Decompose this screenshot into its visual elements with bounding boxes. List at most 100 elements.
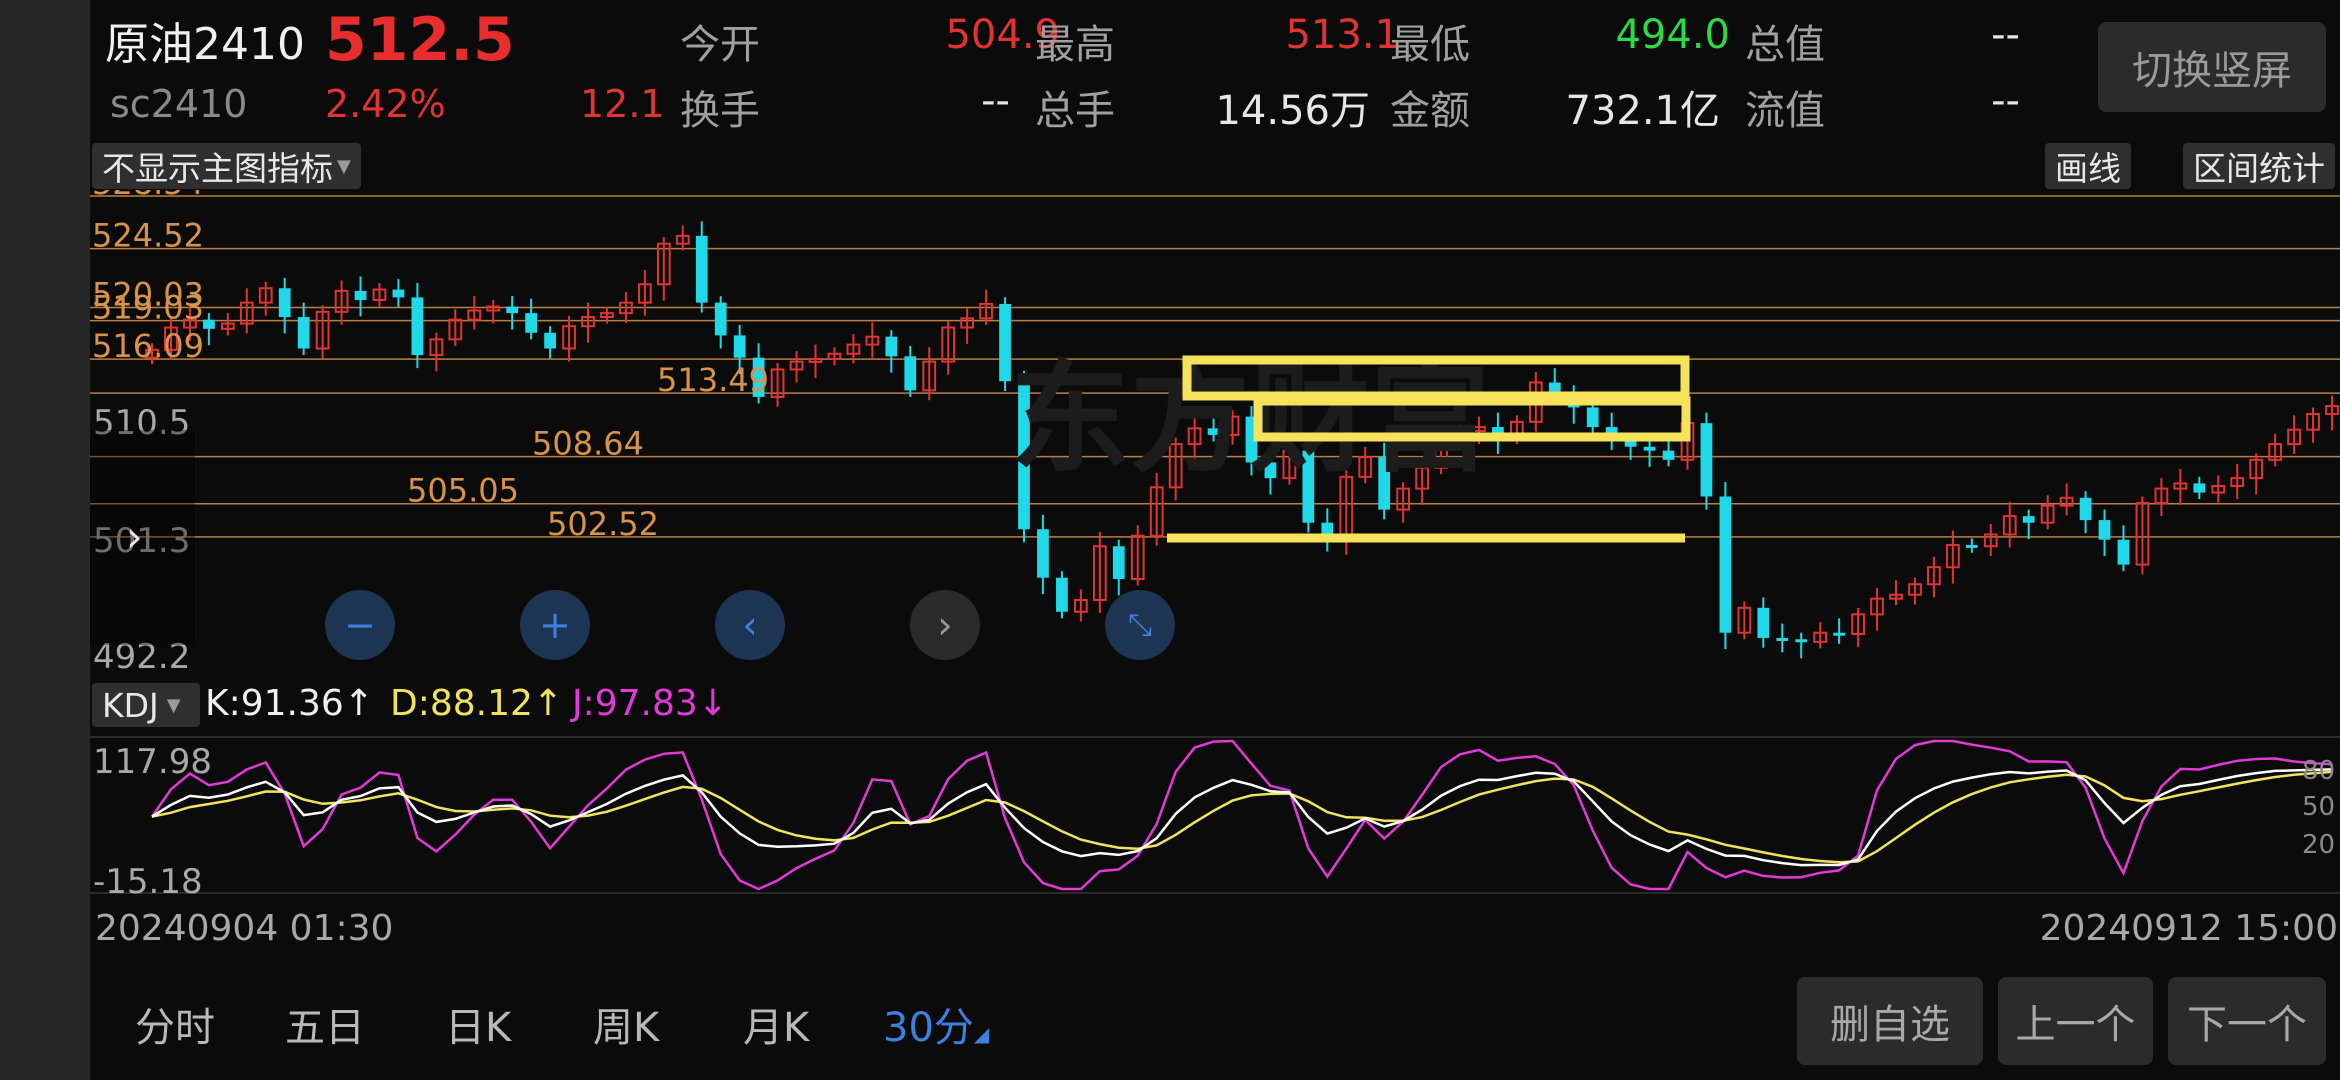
candle-body-down — [1037, 529, 1049, 578]
indicator-select-label: 不显示主图指标 — [102, 149, 333, 188]
tab-weekly[interactable]: 周K — [593, 995, 659, 1053]
pan-left-button[interactable]: ‹ — [715, 590, 785, 660]
candle-body-down — [1548, 382, 1561, 392]
candle-body-down — [506, 306, 519, 314]
candle-body-down — [714, 302, 727, 336]
tab-five-day[interactable]: 五日 — [285, 995, 365, 1053]
candle-body-down — [1056, 577, 1068, 612]
date-axis: 20240904 01:30 20240912 15:00 — [90, 900, 2340, 960]
level-label: 528.54 — [92, 190, 204, 202]
chevron-left-icon: ‹ — [742, 603, 758, 647]
chevron-down-icon: ▼ — [337, 155, 351, 177]
chevron-right-icon: › — [126, 512, 143, 561]
amount-value: 732.1亿 — [1565, 88, 1720, 134]
kdj-axis-top: 117.98 — [93, 742, 212, 782]
tab-daily[interactable]: 日K — [445, 995, 511, 1053]
expand-panel-tab[interactable]: › — [90, 430, 195, 645]
fit-view-button[interactable]: ⤡ — [1105, 590, 1175, 660]
turnover-label: 换手 — [680, 88, 760, 134]
chevron-right-icon: › — [937, 603, 953, 647]
candle-body-down — [354, 290, 367, 301]
candlestick-chart[interactable]: 东方财富 528.54524.52520.03519.03516.09513.4… — [90, 190, 2340, 672]
quote-header: 原油2410 512.5 sc2410 2.42% 12.1 今开 504.9 … — [90, 0, 2340, 135]
zoom-out-button[interactable]: − — [325, 590, 395, 660]
candle-body-down — [411, 297, 424, 356]
kdj-legend-bar: KDJ ▼ K:91.36↑ D:88.12↑ J:97.83↓ — [90, 678, 2340, 732]
candle-body-down — [202, 319, 215, 329]
caret-icon: ◢ — [973, 1022, 990, 1046]
tab-30min-label: 30分 — [883, 1005, 974, 1051]
previous-button[interactable]: 上一个 — [1998, 977, 2153, 1065]
low-label: 最低 — [1390, 22, 1470, 68]
tab-intraday[interactable]: 分时 — [135, 995, 215, 1053]
amount-label: 金额 — [1390, 88, 1470, 134]
level-label: 516.09 — [92, 327, 204, 365]
delete-watchlist-button[interactable]: 删自选 — [1797, 977, 1983, 1065]
pan-right-button[interactable]: › — [910, 590, 980, 660]
watermark-logo: 东方财富 — [1010, 348, 1490, 489]
candle-body-down — [2193, 483, 2206, 493]
indicator-select[interactable]: 不显示主图指标 ▼ — [92, 143, 361, 189]
candle-body-down — [2098, 520, 2111, 540]
minus-icon: − — [344, 603, 376, 647]
kdj-k-value: K:91.36↑ — [205, 683, 374, 724]
turnover-value: -- — [981, 78, 1010, 124]
candle-body-down — [1965, 544, 1978, 548]
chevron-down-icon: ▼ — [166, 694, 181, 716]
float-value-value: -- — [1991, 78, 2020, 124]
low-value: 494.0 — [1615, 12, 1730, 58]
kdj-j-value: J:97.83↓ — [572, 683, 728, 724]
kdj-right-tick: 80 — [2302, 756, 2336, 786]
kdj-right-tick: 50 — [2302, 792, 2336, 822]
tab-monthly[interactable]: 月K — [743, 995, 809, 1053]
kdj-chart — [90, 736, 2340, 894]
candle-body-down — [904, 356, 917, 391]
range-stats-button[interactable]: 区间统计 — [2183, 143, 2335, 189]
contract-name: 原油2410 — [105, 19, 305, 70]
level-label: 524.52 — [92, 217, 204, 255]
candle-body-down — [2079, 497, 2092, 521]
candle-body-down — [1643, 446, 1656, 451]
candle-body-down — [2022, 516, 2035, 523]
candle-body-down — [392, 289, 405, 298]
candle-body-down — [1757, 607, 1770, 638]
total-value-label: 总值 — [1745, 22, 1825, 68]
level-label: 519.03 — [92, 289, 204, 327]
change-amount: 12.1 — [580, 82, 665, 126]
candle-body-down — [695, 235, 708, 303]
candle-body-down — [2117, 539, 2130, 565]
switch-portrait-button[interactable]: 切换竖屏 — [2098, 22, 2326, 112]
kdj-j-line — [150, 739, 2333, 891]
main-panel: 原油2410 512.5 sc2410 2.42% 12.1 今开 504.9 … — [90, 0, 2340, 1080]
candle-body-down — [1719, 496, 1732, 633]
kdj-axis-bottom: -15.18 — [93, 862, 203, 902]
zoom-in-button[interactable]: + — [520, 590, 590, 660]
next-button[interactable]: 下一个 — [2168, 977, 2326, 1065]
candle-body-down — [1700, 423, 1713, 497]
candle-body-down — [1795, 639, 1808, 643]
candle-body-down — [278, 288, 291, 318]
plus-icon: + — [539, 603, 571, 647]
tab-30min[interactable]: 30分◢ — [883, 995, 989, 1053]
candle-body-down — [1776, 637, 1789, 641]
candle-body-down — [544, 332, 556, 349]
level-label: 513.49 — [657, 361, 769, 399]
level-label: 502.52 — [547, 505, 659, 543]
kdj-select-label: KDJ — [102, 685, 159, 725]
left-side-panel — [0, 0, 90, 1080]
candle-body-down — [1112, 546, 1125, 580]
date-start: 20240904 01:30 — [95, 908, 394, 949]
candle-body-down — [1662, 450, 1675, 460]
level-label: 508.64 — [532, 425, 644, 463]
high-value: 513.1 — [1285, 12, 1400, 58]
open-label: 今开 — [680, 22, 760, 68]
contract-code: sc2410 — [110, 82, 248, 126]
indicator-kdj-select[interactable]: KDJ ▼ — [92, 683, 200, 727]
draw-line-button[interactable]: 画线 — [2045, 143, 2131, 189]
level-label: 505.05 — [407, 472, 519, 510]
candle-body-down — [1833, 632, 1846, 636]
volume-label: 总手 — [1035, 88, 1115, 134]
candle-body-down — [885, 336, 898, 357]
kdj-right-tick: 20 — [2302, 830, 2336, 860]
kdj-d-value: D:88.12↑ — [390, 683, 564, 724]
